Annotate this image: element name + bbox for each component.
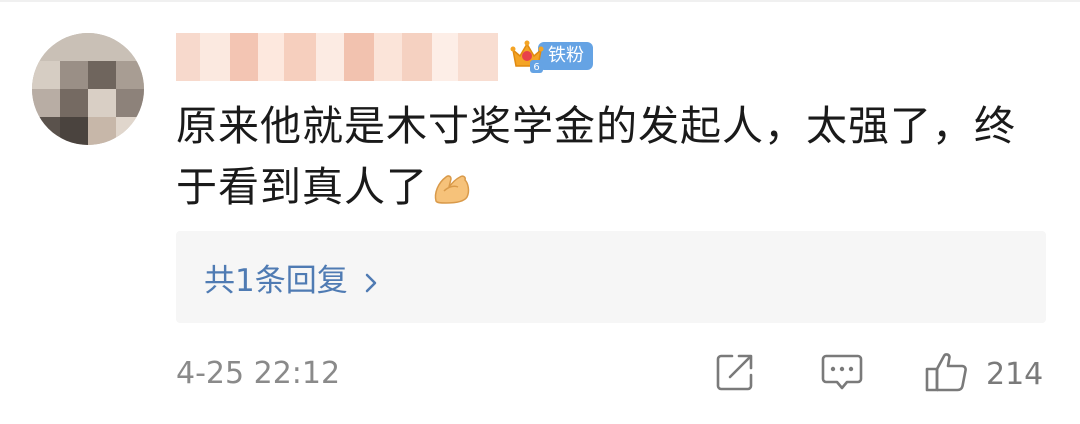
reply-count-label: 共1条回复 xyxy=(204,262,348,299)
username-redacted[interactable] xyxy=(176,33,498,81)
comment-body: 原来他就是木寸奖学金的发起人，太强了，终于看到真人了 xyxy=(176,102,1016,211)
comment-card: 6 铁粉 原来他就是木寸奖学金的发起人，太强了，终于看到真人了 共1条回复 4-… xyxy=(0,0,1080,424)
comment-button[interactable] xyxy=(820,350,864,398)
pinched-hands-emoji xyxy=(432,161,472,222)
chevron-right-icon xyxy=(362,266,380,293)
like-button[interactable]: 214 xyxy=(924,350,1043,398)
fan-badge[interactable]: 6 铁粉 xyxy=(510,37,593,75)
comment-text: 原来他就是木寸奖学金的发起人，太强了，终于看到真人了 xyxy=(176,96,1048,222)
avatar[interactable] xyxy=(32,33,144,145)
share-button[interactable] xyxy=(714,350,756,398)
crown-icon: 6 xyxy=(510,38,544,74)
badge-level: 6 xyxy=(533,62,539,73)
view-replies-button[interactable]: 共1条回复 xyxy=(176,231,1046,323)
like-count: 214 xyxy=(986,356,1044,392)
share-icon xyxy=(714,351,756,397)
comment-icon xyxy=(820,351,864,397)
divider xyxy=(0,0,1080,2)
thumbs-up-icon xyxy=(924,350,970,398)
badge-label: 铁粉 xyxy=(538,42,593,70)
timestamp: 4-25 22:12 xyxy=(176,356,341,391)
